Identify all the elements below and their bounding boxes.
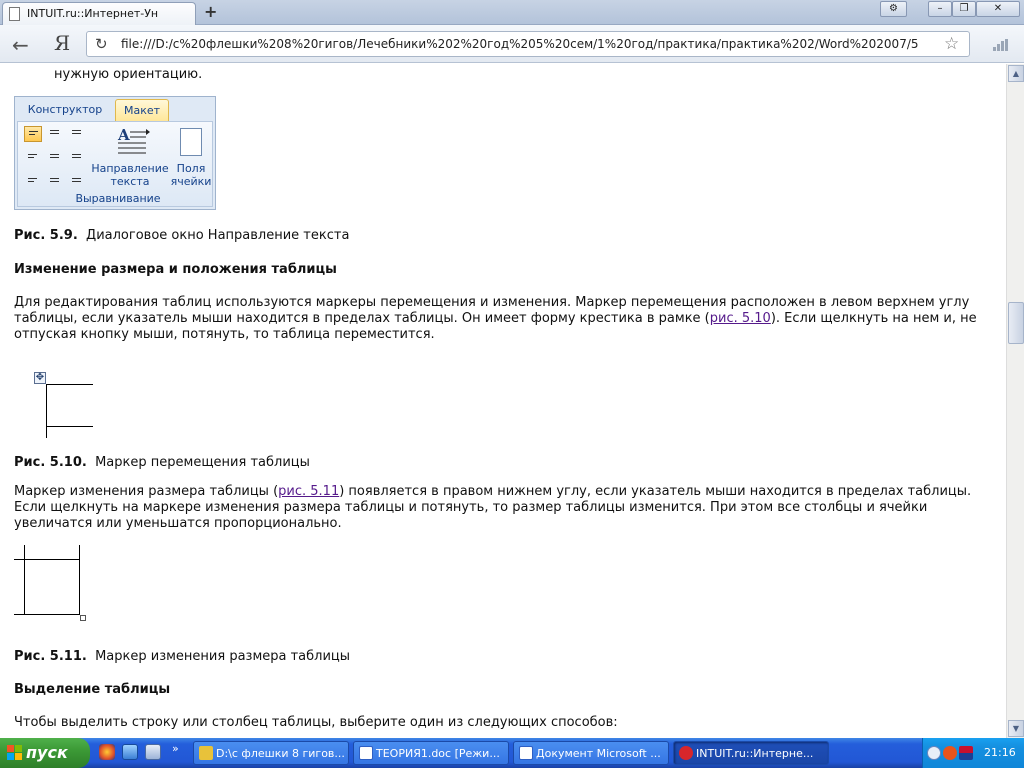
system-tray: 21:16 — [922, 738, 1024, 768]
minimize-button[interactable]: – — [928, 1, 952, 17]
ribbon-tab-layout: Макет — [115, 99, 169, 121]
paragraph-line: Для редактирования таблиц используются м… — [14, 295, 970, 310]
quicklaunch-expand-icon[interactable]: » — [172, 742, 179, 755]
windows-logo-icon — [7, 745, 22, 760]
svg-text:A: A — [117, 126, 130, 144]
taskbar-item-yandex-browser[interactable]: INTUIT.ru::Интерне... — [673, 741, 829, 765]
taskbar-item-word-theory[interactable]: ТЕОРИЯ1.doc [Режи... — [353, 741, 509, 765]
table-border — [46, 384, 47, 438]
section-heading: Изменение размера и положения таблицы — [14, 262, 337, 277]
start-button[interactable]: пуск — [0, 738, 90, 768]
windows-taskbar: пуск » D:\c флешки 8 гигов... ТЕОРИЯ1.do… — [0, 738, 1024, 768]
align-middle-center-icon — [46, 148, 64, 164]
start-label: пуск — [26, 743, 68, 762]
ribbon-group: A Направление текста Поля ячейки Выравни… — [17, 121, 213, 207]
tray-app-icon[interactable] — [943, 746, 957, 760]
word-document-icon — [359, 746, 373, 760]
maximize-button[interactable]: ❐ — [952, 1, 976, 17]
folder-icon — [199, 746, 213, 760]
address-bar[interactable]: ↻ file:///D:/c%20флешки%208%20гигов/Лече… — [86, 31, 970, 57]
taskbar-item-explorer[interactable]: D:\c флешки 8 гигов... — [193, 741, 349, 765]
ribbon-tab-constructor: Конструктор — [27, 103, 103, 116]
align-middle-left-icon — [24, 148, 42, 164]
resize-handle-icon — [80, 615, 86, 621]
signal-bars-icon[interactable] — [993, 39, 1009, 51]
move-handle-icon: ✥ — [34, 372, 46, 384]
figure-caption-5-11: Рис. 5.11. Маркер изменения размера табл… — [14, 649, 351, 664]
bookmark-star-icon[interactable]: ☆ — [944, 34, 959, 54]
align-top-left-icon — [24, 126, 42, 142]
scroll-down-arrow-icon[interactable]: ▼ — [1008, 720, 1024, 737]
paragraph-line: увеличатся или уменьшатся пропорциональн… — [14, 516, 342, 531]
page-icon — [9, 7, 20, 21]
link-fig-5-11[interactable]: рис. 5.11 — [278, 484, 339, 499]
paragraph-line: Маркер изменения размера таблицы (рис. 5… — [14, 484, 972, 499]
ribbon-screenshot: Конструктор Макет A Направление текста П… — [14, 96, 216, 210]
language-flag-icon[interactable] — [959, 746, 973, 760]
ribbon-group-label: Выравнивание — [75, 192, 161, 205]
table-border — [14, 559, 80, 560]
vertical-scrollbar[interactable]: ▲ ▼ — [1006, 64, 1024, 738]
section-heading: Выделение таблицы — [14, 682, 171, 697]
cell-margins-label: Поля ячейки — [170, 162, 212, 188]
figure-caption-5-9: Рис. 5.9. Диалоговое окно Направление те… — [14, 228, 350, 243]
yandex-browser-icon — [679, 746, 693, 760]
browser-toolbar: ← Я ↻ file:///D:/c%20флешки%208%20гигов/… — [0, 25, 1024, 63]
align-top-right-icon — [68, 126, 86, 142]
paragraph-line: отпуская кнопку мыши, потянуть, то табли… — [14, 327, 435, 342]
scrollbar-thumb[interactable] — [1008, 302, 1024, 344]
tab-title: INTUIT.ru::Интернет-Ун — [27, 7, 159, 20]
clock[interactable]: 21:16 — [984, 746, 1016, 759]
taskbar-item-word-document[interactable]: Документ Microsoft ... — [513, 741, 669, 765]
cell-margins-icon — [180, 128, 202, 156]
yandex-logo[interactable]: Я — [54, 31, 70, 55]
table-border — [14, 614, 80, 615]
table-border — [24, 545, 25, 615]
close-button[interactable]: ✕ — [976, 1, 1020, 17]
text-direction-icon: A — [117, 126, 150, 154]
align-bottom-right-icon — [68, 170, 86, 186]
quicklaunch-desktop-icon[interactable] — [122, 744, 138, 760]
text-line: нужную ориентацию. — [54, 67, 203, 82]
settings-button[interactable]: ⚙ — [880, 1, 907, 17]
browser-tab-strip: INTUIT.ru::Интернет-Ун + ⚙ – ❐ ✕ — [0, 0, 1024, 25]
paragraph-line: таблицы, если указатель мыши находится в… — [14, 311, 977, 326]
back-button[interactable]: ← — [12, 33, 29, 57]
scroll-up-arrow-icon[interactable]: ▲ — [1008, 65, 1024, 82]
paragraph-line: Чтобы выделить строку или столбец таблиц… — [14, 715, 618, 730]
align-bottom-center-icon — [46, 170, 64, 186]
paragraph-line: Если щелкнуть на маркере изменения разме… — [14, 500, 928, 515]
tray-arrow-icon[interactable] — [927, 746, 941, 760]
text-direction-label: Направление текста — [91, 162, 169, 188]
table-border — [46, 426, 93, 427]
browser-tab[interactable]: INTUIT.ru::Интернет-Ун — [2, 2, 196, 25]
reload-icon[interactable]: ↻ — [95, 35, 108, 53]
url-text[interactable]: file:///D:/c%20флешки%208%20гигов/Лечебн… — [121, 37, 936, 51]
align-bottom-left-icon — [24, 170, 42, 186]
figure-caption-5-10: Рис. 5.10. Маркер перемещения таблицы — [14, 455, 310, 470]
quicklaunch-cube-icon[interactable] — [145, 744, 161, 760]
word-document-icon — [519, 746, 533, 760]
quicklaunch-browser-icon[interactable] — [99, 744, 115, 760]
new-tab-button[interactable]: + — [204, 2, 217, 21]
align-top-center-icon — [46, 126, 64, 142]
link-fig-5-10[interactable]: рис. 5.10 — [710, 311, 771, 326]
table-border — [46, 384, 93, 385]
table-border — [79, 545, 80, 615]
align-middle-right-icon — [68, 148, 86, 164]
page-content: нужную ориентацию. Конструктор Макет A Н… — [0, 64, 1006, 738]
